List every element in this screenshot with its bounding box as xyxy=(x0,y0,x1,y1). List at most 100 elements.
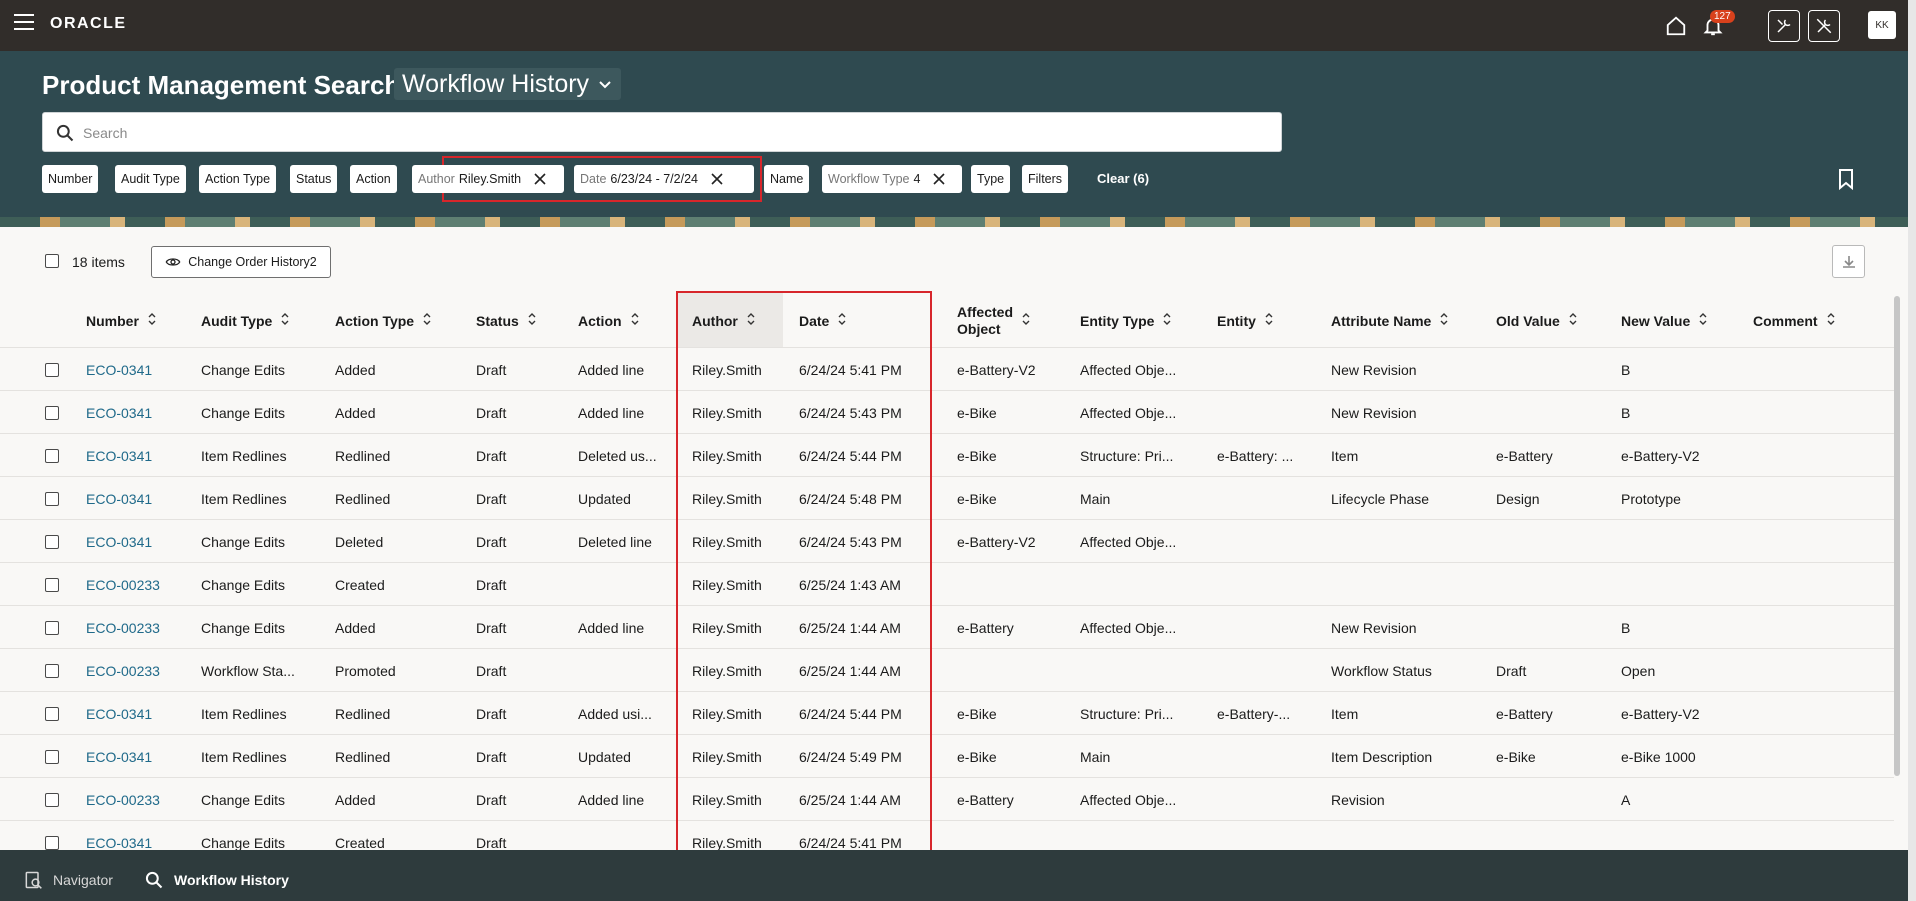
cell-number[interactable]: ECO-0341 xyxy=(86,835,152,851)
cell-number[interactable]: ECO-0341 xyxy=(86,448,152,464)
row-checkbox[interactable] xyxy=(45,363,59,377)
close-icon[interactable] xyxy=(932,172,946,186)
cell-status: Draft xyxy=(476,405,507,421)
cell-status: Draft xyxy=(476,749,507,765)
home-icon[interactable] xyxy=(1661,11,1691,41)
footer-navigator[interactable]: Navigator xyxy=(23,870,113,890)
row-checkbox[interactable] xyxy=(45,750,59,764)
filter-action-type[interactable]: Action Type xyxy=(199,165,277,193)
tools-off-button[interactable] xyxy=(1808,10,1840,42)
cell-entity-type: Structure: Pri... xyxy=(1080,448,1174,464)
clear-filters-link[interactable]: Clear (6) xyxy=(1097,171,1149,186)
sort-icon[interactable] xyxy=(1826,312,1836,330)
tools-button[interactable] xyxy=(1768,10,1800,42)
filter-date[interactable]: Date 6/23/24 - 7/2/24 xyxy=(574,165,754,193)
footer-workflow-history[interactable]: Workflow History xyxy=(144,870,289,890)
cell-affected-object: e-Bike xyxy=(957,749,997,765)
cell-action: Deleted line xyxy=(578,534,652,550)
column-header-attribute-name[interactable]: Attribute Name xyxy=(1331,312,1449,330)
cell-attribute-name: Workflow Status xyxy=(1331,663,1432,679)
row-divider xyxy=(0,562,1894,563)
filter-author[interactable]: Author Riley.Smith xyxy=(412,165,564,193)
row-checkbox[interactable] xyxy=(45,793,59,807)
search-input[interactable] xyxy=(83,121,1263,145)
column-header-entity-type[interactable]: Entity Type xyxy=(1080,312,1172,330)
column-header-comment[interactable]: Comment xyxy=(1753,312,1836,330)
filter-action[interactable]: Action xyxy=(350,165,397,193)
sort-icon[interactable] xyxy=(422,312,432,330)
cell-number[interactable]: ECO-0341 xyxy=(86,706,152,722)
row-checkbox[interactable] xyxy=(45,707,59,721)
row-checkbox[interactable] xyxy=(45,406,59,420)
filter-name[interactable]: Name xyxy=(764,165,810,193)
row-divider xyxy=(0,476,1894,477)
filter-name-label: Name xyxy=(770,172,804,186)
row-checkbox[interactable] xyxy=(45,492,59,506)
cell-number[interactable]: ECO-0341 xyxy=(86,405,152,421)
row-checkbox[interactable] xyxy=(45,664,59,678)
column-header-status[interactable]: Status xyxy=(476,312,537,330)
filter-workflow-type[interactable]: Workflow Type 4 xyxy=(822,165,962,193)
bookmark-icon[interactable] xyxy=(1836,168,1856,190)
column-header-action[interactable]: Action xyxy=(578,312,640,330)
sort-icon[interactable] xyxy=(147,312,157,330)
vertical-scrollbar[interactable] xyxy=(1894,296,1900,776)
cell-new-value: B xyxy=(1621,620,1631,636)
download-button[interactable] xyxy=(1832,245,1865,278)
sort-icon[interactable] xyxy=(1264,312,1274,330)
sort-icon[interactable] xyxy=(527,312,537,330)
filter-status[interactable]: Status xyxy=(290,165,338,193)
cell-new-value: Prototype xyxy=(1621,491,1681,507)
cell-status: Draft xyxy=(476,362,507,378)
sort-icon[interactable] xyxy=(630,312,640,330)
row-checkbox[interactable] xyxy=(45,449,59,463)
sort-icon[interactable] xyxy=(1568,312,1578,330)
close-icon[interactable] xyxy=(533,172,547,186)
column-header-old-value[interactable]: Old Value xyxy=(1496,312,1578,330)
cell-number[interactable]: ECO-0341 xyxy=(86,491,152,507)
row-checkbox[interactable] xyxy=(45,621,59,635)
cell-number[interactable]: ECO-00233 xyxy=(86,577,160,593)
column-header-entity[interactable]: Entity xyxy=(1217,312,1274,330)
menu-icon[interactable] xyxy=(14,14,34,30)
select-all-checkbox[interactable] xyxy=(45,254,59,268)
cell-action: Deleted us... xyxy=(578,448,657,464)
column-header-action-type[interactable]: Action Type xyxy=(335,312,432,330)
cell-attribute-name: New Revision xyxy=(1331,405,1417,421)
cell-status: Draft xyxy=(476,534,507,550)
sort-icon[interactable] xyxy=(1698,312,1708,330)
cell-number[interactable]: ECO-0341 xyxy=(86,362,152,378)
view-switcher[interactable]: Workflow History xyxy=(394,68,622,100)
row-checkbox[interactable] xyxy=(45,836,59,850)
filter-audit-type[interactable]: Audit Type xyxy=(115,165,186,193)
column-header-label: Affected Object xyxy=(957,304,1013,338)
saved-view-button[interactable]: Change Order History2 xyxy=(151,246,331,278)
column-header-audit-type[interactable]: Audit Type xyxy=(201,312,290,330)
sort-icon[interactable] xyxy=(1439,312,1449,330)
cell-number[interactable]: ECO-0341 xyxy=(86,534,152,550)
column-header-number[interactable]: Number xyxy=(86,312,157,330)
filter-type[interactable]: Type xyxy=(971,165,1011,193)
cell-number[interactable]: ECO-00233 xyxy=(86,792,160,808)
close-icon[interactable] xyxy=(710,172,724,186)
filter-number[interactable]: Number xyxy=(42,165,99,193)
cell-number[interactable]: ECO-00233 xyxy=(86,620,160,636)
column-header-new-value[interactable]: New Value xyxy=(1621,312,1708,330)
sort-icon[interactable] xyxy=(280,312,290,330)
sort-icon[interactable] xyxy=(1021,312,1031,330)
cell-old-value: Design xyxy=(1496,491,1540,507)
user-avatar[interactable]: KK xyxy=(1868,11,1896,39)
column-header-label: Entity Type xyxy=(1080,312,1155,329)
cell-number[interactable]: ECO-00233 xyxy=(86,663,160,679)
row-divider xyxy=(0,433,1894,434)
column-header-affected-object[interactable]: Affected Object xyxy=(957,304,1031,338)
footer-navigator-label: Navigator xyxy=(53,872,113,888)
row-checkbox[interactable] xyxy=(45,578,59,592)
filter-filters[interactable]: Filters xyxy=(1022,165,1069,193)
column-header-label-line1: Affected xyxy=(957,304,1014,320)
sort-icon[interactable] xyxy=(1162,312,1172,330)
cell-audit-type: Change Edits xyxy=(201,835,286,851)
cell-entity-type: Affected Obje... xyxy=(1080,620,1177,636)
row-checkbox[interactable] xyxy=(45,535,59,549)
cell-number[interactable]: ECO-0341 xyxy=(86,749,152,765)
